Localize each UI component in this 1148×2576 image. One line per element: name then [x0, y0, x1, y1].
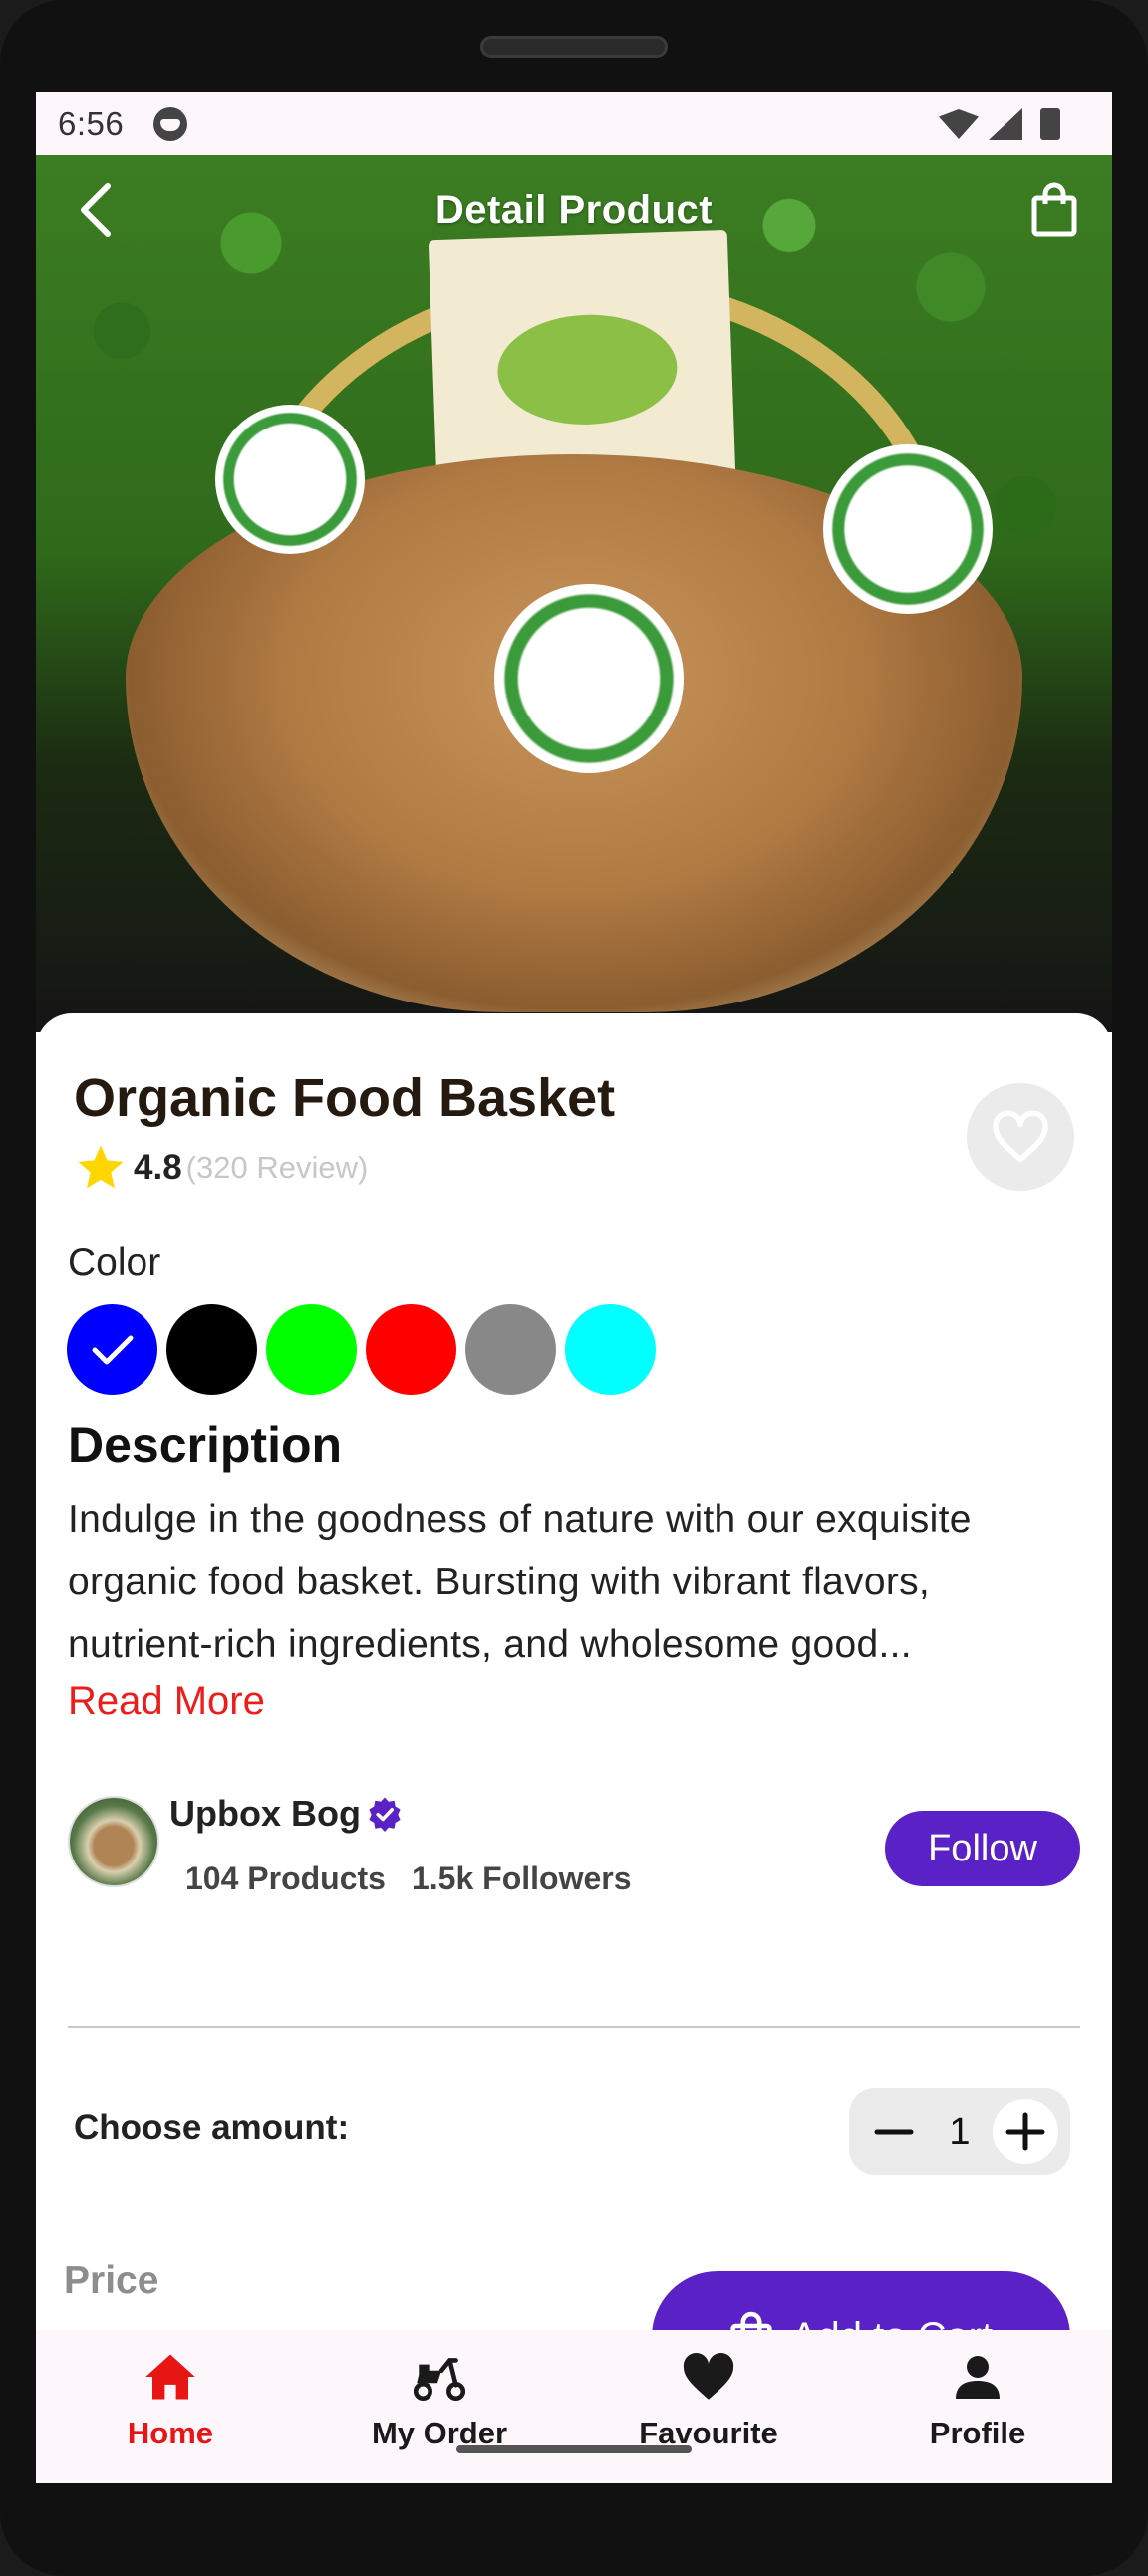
basket-label [494, 584, 684, 773]
color-swatch-cyan[interactable] [565, 1304, 656, 1395]
decrement-button[interactable] [861, 2099, 927, 2164]
page-title: Detail Product [434, 187, 714, 232]
nav-item-my-order[interactable]: My Order [305, 2330, 574, 2483]
product-detail-card: Organic Food Basket 4.8 (320 Review) Col… [36, 1013, 1112, 2483]
color-swatch-blue[interactable] [67, 1304, 157, 1395]
notification-icon [153, 107, 188, 141]
speaker-grille [480, 36, 668, 58]
seller-followers-count: 1.5k Followers [411, 1860, 632, 1896]
seller-avatar[interactable] [68, 1796, 159, 1887]
app-screen: 6:56 Detail Product Organic Food Basket … [36, 92, 1112, 2483]
star-icon [78, 1145, 124, 1189]
wifi-icon [939, 109, 979, 139]
rating-value: 4.8 [134, 1148, 182, 1187]
status-icons [939, 108, 1090, 140]
read-more-link[interactable]: Read More [68, 1679, 265, 1724]
seller-name-row: Upbox Bog [169, 1793, 403, 1835]
description-title: Description [68, 1417, 343, 1473]
quantity-value: 1 [949, 2110, 971, 2152]
heart-outline-icon [993, 1110, 1048, 1163]
top-app-bar: Detail Product [36, 155, 1112, 265]
cart-button[interactable] [1024, 177, 1084, 243]
home-icon [145, 2354, 195, 2400]
seller-stats: 104 Products 1.5k Followers [185, 1860, 632, 1897]
color-label: Color [68, 1241, 161, 1284]
seller-products-count: 104 Products [185, 1860, 386, 1896]
rating-row: 4.8 (320 Review) [74, 1141, 368, 1195]
verified-badge-icon [369, 1797, 401, 1832]
chevron-left-icon [81, 183, 111, 237]
back-button[interactable] [66, 177, 126, 243]
nav-label-home: Home [127, 2416, 214, 2450]
status-time: 6:56 [58, 105, 125, 142]
color-swatch-gray[interactable] [465, 1304, 556, 1395]
person-icon [956, 2356, 1000, 2399]
shopping-bag-icon [1031, 182, 1077, 237]
basket-label [823, 444, 993, 614]
nav-item-profile[interactable]: Profile [843, 2330, 1112, 2483]
gesture-home-indicator[interactable] [456, 2445, 692, 2453]
favourite-button[interactable] [967, 1083, 1074, 1191]
nav-item-home[interactable]: Home [36, 2330, 305, 2483]
basket-label [215, 405, 365, 554]
increment-button[interactable] [992, 2099, 1058, 2164]
nav-item-favourite[interactable]: Favourite [574, 2330, 843, 2483]
product-name: Organic Food Basket [74, 1068, 616, 1128]
battery-icon [1040, 108, 1060, 140]
check-icon [92, 1335, 133, 1364]
price-label: Price [64, 2259, 159, 2302]
description-text: Indulge in the goodness of nature with o… [68, 1498, 972, 1666]
quantity-stepper: 1 [849, 2088, 1070, 2175]
divider [68, 2026, 1080, 2028]
scooter-icon [413, 2358, 466, 2402]
color-swatch-red[interactable] [366, 1304, 456, 1395]
signal-icon [989, 108, 1022, 140]
review-count: (320 Review) [185, 1150, 369, 1185]
heart-icon [683, 2353, 734, 2400]
seller-name[interactable]: Upbox Bog [169, 1793, 361, 1835]
color-swatches [67, 1304, 656, 1395]
status-bar: 6:56 [36, 92, 1112, 155]
nav-label-profile: Profile [929, 2416, 1026, 2450]
amount-label: Choose amount: [74, 2108, 350, 2147]
color-swatch-green[interactable] [266, 1304, 357, 1395]
plus-icon [1005, 2112, 1045, 2151]
minus-icon [874, 2129, 914, 2135]
color-swatch-black[interactable] [166, 1304, 257, 1395]
product-image [36, 155, 1112, 1032]
device-frame: 6:56 Detail Product Organic Food Basket … [0, 0, 1148, 2576]
bottom-navigation: Home My Order Favourite Profile [36, 2330, 1112, 2483]
follow-button[interactable]: Follow [885, 1811, 1080, 1886]
